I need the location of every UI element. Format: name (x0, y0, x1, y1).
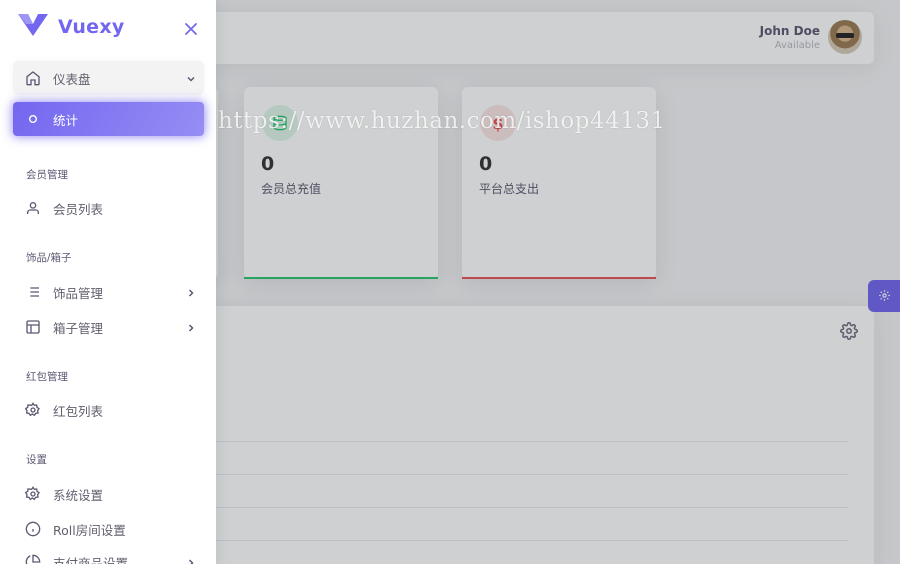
chevron-down-icon (186, 72, 196, 82)
sidebar-item-payment-product-settings[interactable]: 支付商品设置 (13, 545, 204, 564)
chevron-right-icon (186, 556, 196, 564)
sidebar-item-label: 仪表盘 (53, 71, 91, 87)
section-header-items: 饰品/箱子 (26, 252, 72, 264)
info-icon (25, 521, 41, 537)
vuexy-logo-icon (18, 14, 48, 40)
sidebar-item-box-management[interactable]: 箱子管理 (13, 310, 204, 344)
sidebar-item-item-management[interactable]: 饰品管理 (13, 275, 204, 309)
settings-icon (25, 402, 41, 418)
sidebar-item-label: 统计 (53, 112, 79, 128)
sidebar-item-label: 系统设置 (53, 487, 104, 503)
list-icon (25, 284, 41, 300)
sidebar-item-member-list[interactable]: 会员列表 (13, 191, 204, 225)
watermark: https://www.huzhan.com/ishop44131 (218, 108, 666, 134)
layout-icon (25, 319, 41, 335)
section-header-settings: 设置 (26, 454, 47, 466)
circle-icon (25, 111, 41, 127)
sidebar-item-label: 红包列表 (53, 403, 104, 419)
user-icon (25, 200, 41, 216)
sidebar-item-label: 饰品管理 (53, 285, 104, 301)
sidebar-item-label: 箱子管理 (53, 320, 104, 336)
sidebar: Vuexy 仪表盘 统计 会员管理 会员列表 饰品/箱子 饰品管理 箱子管理 红… (0, 0, 216, 564)
section-header-red-packets: 红包管理 (26, 371, 68, 383)
sidebar-item-red-packet-list[interactable]: 红包列表 (13, 393, 204, 427)
sidebar-item-label: 会员列表 (53, 201, 104, 217)
section-header-members: 会员管理 (26, 169, 68, 181)
brand-logo-link[interactable]: Vuexy (18, 14, 125, 40)
brand-name: Vuexy (58, 16, 125, 38)
chevron-right-icon (186, 286, 196, 297)
sidebar-item-statistics[interactable]: 统计 (13, 102, 204, 136)
sidebar-item-label: 支付商品设置 (53, 555, 129, 564)
sidebar-item-dashboard[interactable]: 仪表盘 (13, 61, 204, 95)
sidebar-item-system-settings[interactable]: 系统设置 (13, 477, 204, 511)
sidebar-item-roll-room-settings[interactable]: Roll房间设置 (13, 512, 204, 546)
pie-chart-icon (25, 554, 41, 564)
sidebar-item-label: Roll房间设置 (53, 522, 126, 538)
chevron-right-icon (186, 321, 196, 332)
home-icon (25, 70, 41, 86)
settings-icon (25, 486, 41, 502)
close-icon[interactable] (184, 21, 200, 37)
